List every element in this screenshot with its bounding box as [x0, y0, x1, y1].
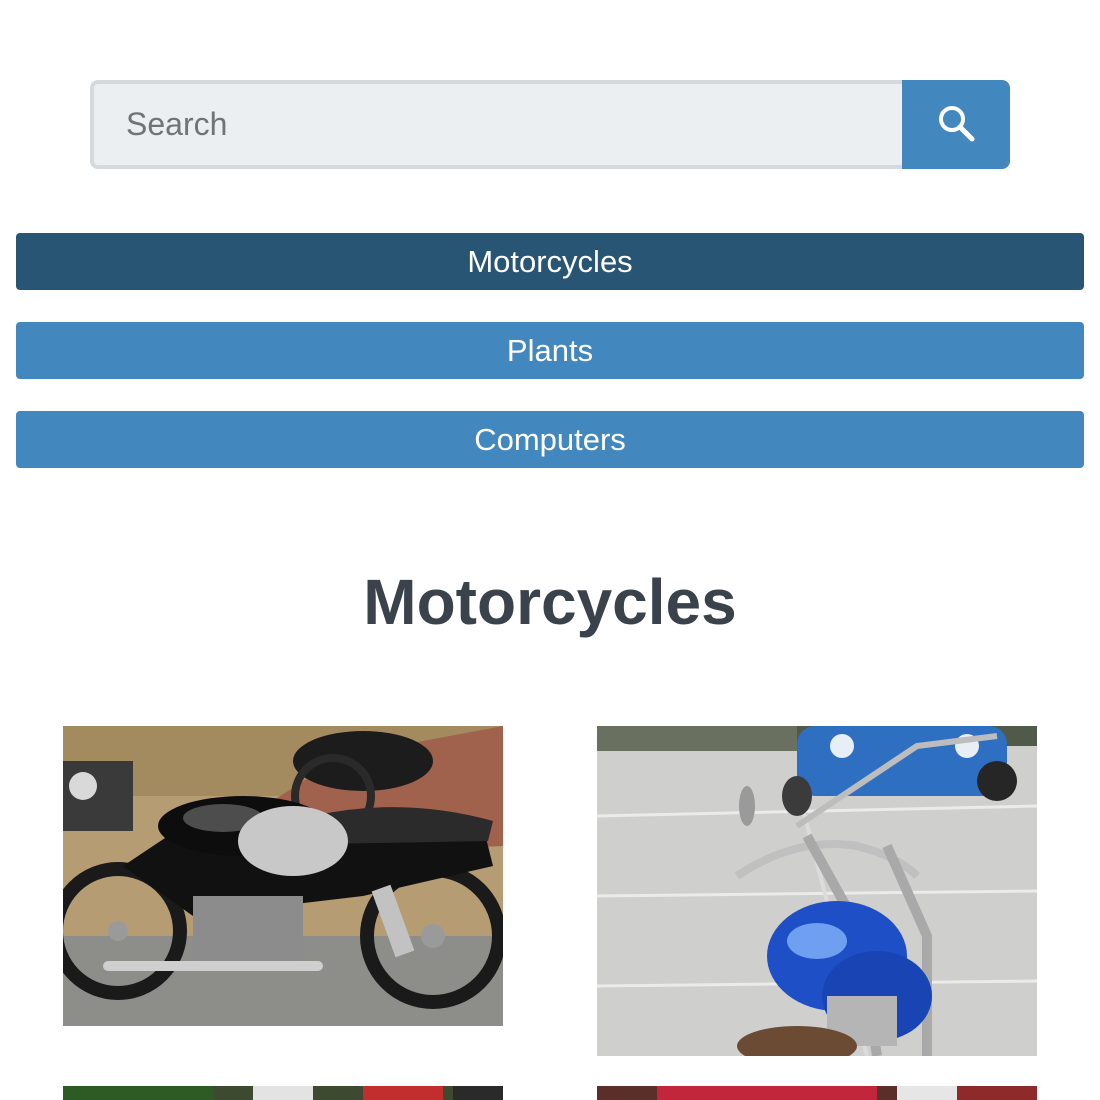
section-title: Motorcycles — [363, 566, 737, 638]
category-button-plants[interactable]: Plants — [16, 322, 1084, 379]
page: Motorcycles Plants Computers Motorcycles — [0, 0, 1100, 1100]
search-icon — [936, 103, 976, 146]
gallery-image-3[interactable] — [63, 1086, 503, 1100]
search-button[interactable] — [902, 80, 1010, 169]
category-button-computers[interactable]: Computers — [16, 411, 1084, 468]
gallery-image-1[interactable] — [63, 726, 503, 1026]
gallery-image-4[interactable] — [597, 1086, 1037, 1100]
search-bar — [90, 80, 1010, 169]
gallery-image-2[interactable] — [597, 726, 1037, 1056]
category-button-motorcycles[interactable]: Motorcycles — [16, 233, 1084, 290]
search-input[interactable] — [90, 80, 902, 169]
